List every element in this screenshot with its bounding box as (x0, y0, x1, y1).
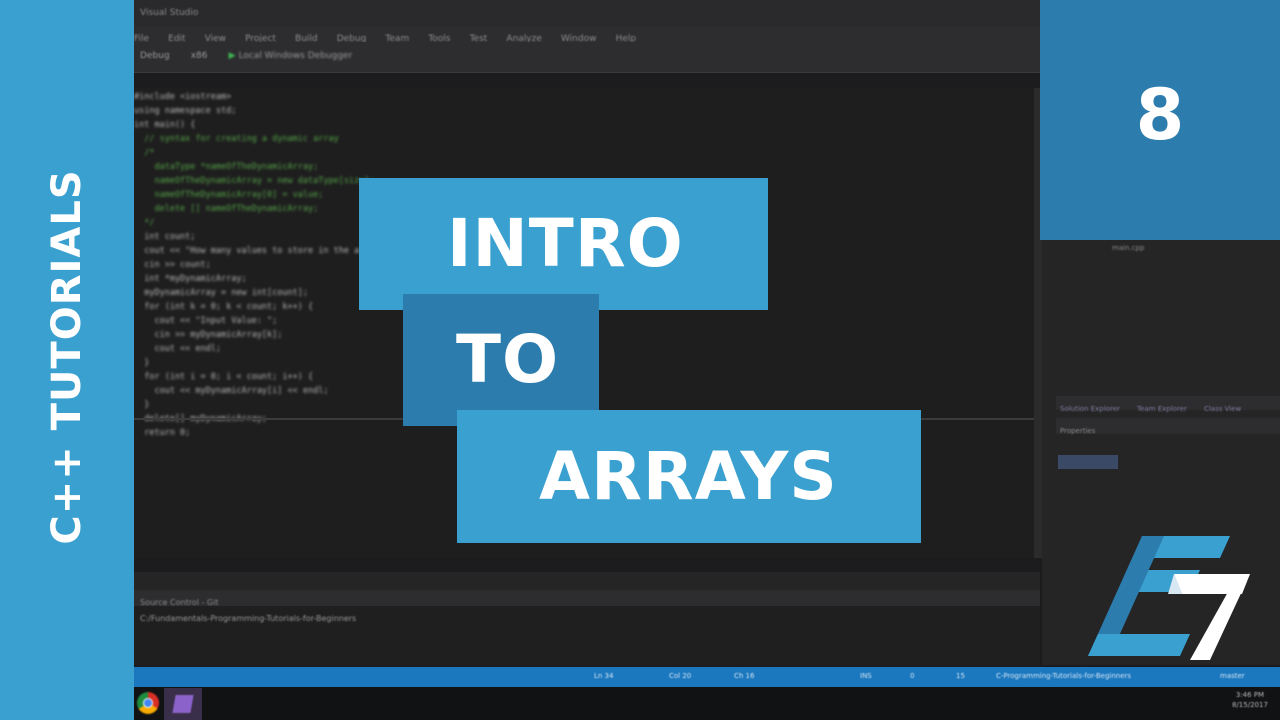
taskbar-clock[interactable]: 3:46 PM 8/15/2017 (1232, 690, 1268, 710)
status-changes[interactable]: 0 (910, 672, 914, 680)
code-line: cout << myDynamicArray[i] << endl; (134, 386, 329, 396)
title-line-1-text: INTRO (447, 205, 684, 282)
properties-toolbar[interactable] (1058, 455, 1118, 469)
window-title: Visual Studio (140, 8, 199, 18)
run-debugger-button[interactable]: ▶ Local Windows Debugger (229, 51, 353, 61)
code-line: cin >> myDynamicArray[k]; (134, 330, 283, 340)
code-line: // syntax for creating a dynamic array (134, 134, 339, 144)
output-line: C:/Fundamentals-Programming-Tutorials-fo… (140, 614, 357, 623)
code-line: using namespace std; (134, 106, 237, 116)
output-panel: C:/Fundamentals-Programming-Tutorials-fo… (134, 606, 1040, 665)
status-bar: Ln 34 Col 20 Ch 16 INS 0 15 C-Programmin… (134, 667, 1280, 687)
code-line: } (134, 358, 150, 368)
code-line: dataType *nameOfTheDynamicArray; (134, 162, 319, 172)
editor-footer (134, 572, 1040, 590)
visual-studio-icon[interactable] (164, 688, 202, 720)
status-repo[interactable]: C-Programming-Tutorials-for-Beginners (996, 672, 1131, 680)
status-ln: Ln 34 (594, 672, 614, 680)
properties-label: Properties (1060, 427, 1096, 435)
code-line: cout << endl; (134, 344, 221, 354)
taskbar (134, 687, 1280, 720)
status-errors[interactable]: 15 (956, 672, 965, 680)
tab-solution-explorer[interactable]: Solution Explorer (1060, 405, 1120, 413)
code-line: cout << "Input Value: "; (134, 316, 278, 326)
tab-class-view[interactable]: Class View (1204, 405, 1241, 413)
code-line: return 0; (134, 428, 191, 438)
tab-team-explorer[interactable]: Team Explorer (1137, 405, 1187, 413)
config-select[interactable]: Debug (140, 51, 170, 61)
ide-toolbar: Debug x86 ▶ Local Windows Debugger (134, 42, 1040, 73)
run-debugger-label: Local Windows Debugger (238, 51, 353, 61)
platform-select[interactable]: x86 (191, 51, 208, 61)
code-line: #include <iostream> (134, 92, 232, 102)
code-line: } (134, 400, 150, 410)
series-title: C++ TUTORIALS (44, 169, 90, 545)
code-line: for (int i = 0; i < count; i++) { (134, 372, 314, 382)
e7-logo-icon (1088, 536, 1250, 660)
title-line-1: INTRO (359, 178, 768, 310)
ide-menu-bar: File Edit View Project Build Debug Team … (134, 26, 1040, 44)
play-icon: ▶ (228, 51, 236, 61)
properties-header: Properties (1056, 418, 1280, 435)
code-line: /* (134, 148, 155, 158)
title-line-3: ARRAYS (457, 410, 921, 543)
episode-number: 8 (1135, 74, 1185, 156)
status-branch[interactable]: master (1220, 672, 1245, 680)
tree-item[interactable]: main.cpp (1112, 244, 1144, 252)
status-ch: Ch 16 (734, 672, 755, 680)
title-line-2: TO (403, 294, 599, 426)
status-ins: INS (860, 672, 872, 680)
ide-title-bar: Visual Studio (134, 0, 1040, 26)
chrome-icon[interactable] (137, 692, 159, 714)
code-line: int main() { (134, 120, 196, 130)
clock-date: 8/15/2017 (1232, 701, 1268, 709)
panel-tabs: Solution Explorer Team Explorer Class Vi… (1056, 396, 1280, 413)
title-line-3-text: ARRAYS (539, 437, 838, 515)
status-col: Col 20 (669, 672, 692, 680)
title-line-2-text: TO (456, 321, 560, 398)
output-panel-header: Source Control - Git (134, 590, 1040, 607)
clock-time: 3:46 PM (1235, 691, 1265, 699)
